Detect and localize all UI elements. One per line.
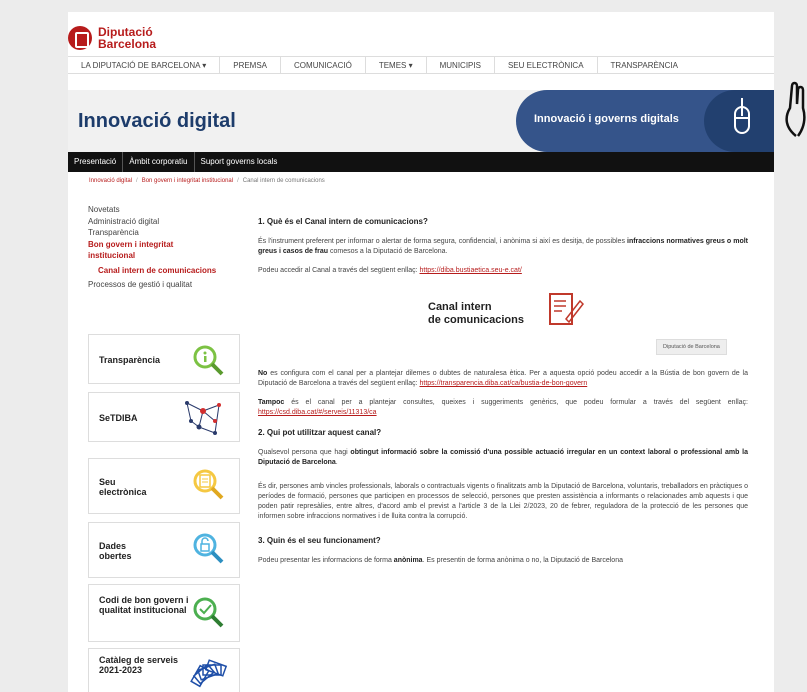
section-banner: Innovació digital Innovació i governs di… [68, 90, 774, 152]
canal-banner[interactable]: Canal intern de comunicacions Diputació … [258, 285, 748, 365]
section-title[interactable]: Innovació digital [78, 110, 236, 133]
subnav-suport-governs-locals[interactable]: Suport governs locals [195, 152, 284, 172]
topnav-municipis[interactable]: MUNICIPIS [427, 57, 495, 73]
question-2-heading: 2. Qui pot utilitzar aquest canal? [258, 428, 382, 437]
card-transparencia[interactable]: Transparència [88, 334, 240, 384]
breadcrumb: Innovació digital / Bon govern i integri… [89, 178, 325, 184]
banner-title-line1: Canal intern [428, 301, 492, 313]
paragraph-3: No es configura com el canal per a plant… [258, 370, 748, 387]
question-1-heading: 1. Què és el Canal intern de comunicacio… [258, 217, 428, 226]
magnifier-document-icon [193, 469, 224, 500]
topnav-comunicacio[interactable]: COMUNICACIÓ [281, 57, 366, 73]
browser-page: Diputació Barcelona LA DIPUTACIÓ DE BARC… [68, 12, 774, 692]
paragraph-4: Tampoc és el canal per a plantejar consu… [258, 399, 748, 416]
brand-name-line2: Barcelona [98, 37, 157, 51]
diputacio-seal-icon [68, 26, 92, 50]
question-3-heading: 3. Quin és el seu funcionament? [258, 536, 381, 545]
bustia-etica-link[interactable]: https://diba.bustiaetica.seu-e.cat/ [420, 267, 522, 274]
subnav-presentacio[interactable]: Presentació [68, 152, 124, 172]
top-navigation: LA DIPUTACIÓ DE BARCELONA ▾ PREMSA COMUN… [68, 56, 774, 74]
section-banner-label: Innovació i governs digitals [534, 113, 679, 125]
card-cataleg-serveis[interactable]: Catàleg de serveis 2021-2023 [88, 648, 240, 692]
site-logo[interactable]: Diputació Barcelona [68, 20, 156, 56]
sidebar-item-bon-govern[interactable]: Bon govern i integritat institucional [88, 239, 208, 262]
card-dades-obertes[interactable]: Dades obertes [88, 522, 240, 578]
consultes-link[interactable]: https://csd.diba.cat/#/serveis/11313/ca [258, 409, 377, 416]
paragraph-6: És dir, persones amb vincles professiona… [258, 483, 748, 520]
bustia-bon-govern-link[interactable]: https://transparencia.diba.cat/ca/bustia… [420, 380, 588, 387]
paragraph-5: Qualsevol persona que hagi obtingut info… [258, 449, 749, 466]
paragraph-2: Podeu accedir al Canal a través del segü… [258, 267, 522, 274]
magnifier-check-icon [193, 597, 224, 628]
sidebar-item-processos[interactable]: Processos de gestió i qualitat [88, 279, 248, 291]
subnav-ambit-corporatiu[interactable]: Àmbit corporatiu [123, 152, 195, 172]
card-seu-electronica[interactable]: Seu electrònica [88, 458, 240, 514]
paragraph-1: És l'instrument preferent per informar o… [258, 238, 748, 255]
fan-books-icon [190, 659, 228, 688]
magnifier-lock-icon [193, 533, 224, 564]
magnifier-info-icon [193, 345, 224, 376]
document-pen-icon [549, 293, 584, 325]
topnav-transparencia[interactable]: TRANSPARÈNCIA [598, 57, 678, 73]
sidebar-menu: Novetats Administració digital Transparè… [88, 204, 248, 291]
sidebar-item-transparencia[interactable]: Transparència [88, 227, 248, 239]
breadcrumb-bon-govern[interactable]: Bon govern i integritat institucional [142, 178, 233, 184]
topnav-diputacio[interactable]: LA DIPUTACIÓ DE BARCELONA ▾ [68, 57, 221, 73]
paragraph-7: Podeu presentar les informacions de form… [258, 557, 623, 564]
topnav-premsa[interactable]: PREMSA [220, 57, 282, 73]
sidebar-item-canal-intern[interactable]: Canal intern de comunicacions [88, 265, 248, 277]
main-content: 1. Què és el Canal intern de comunicacio… [258, 217, 748, 575]
banner-title-line2: de comunicacions [428, 314, 524, 326]
card-codi-bon-govern[interactable]: Codi de bon govern i qualitat institucio… [88, 584, 240, 642]
section-banner-right: Innovació i governs digitals [516, 90, 774, 152]
card-setdiba[interactable]: SeTDIBA [88, 392, 240, 442]
mouse-icon [734, 98, 750, 134]
banner-tag: Diputació de Barcelona [656, 339, 727, 355]
hand-pointer-icon [785, 81, 806, 137]
section-navigation: Presentació Àmbit corporatiu Suport gove… [68, 152, 774, 172]
breadcrumb-current: Canal intern de comunicacions [242, 178, 325, 184]
sidebar-item-novetats[interactable]: Novetats [88, 204, 248, 216]
breadcrumb-innovacio[interactable]: Innovació digital [89, 178, 132, 184]
sidebar-item-administracio-digital[interactable]: Administració digital [88, 216, 248, 228]
network-graph-icon [185, 401, 221, 435]
topnav-temes[interactable]: TEMES ▾ [366, 57, 427, 73]
topnav-seu-electronica[interactable]: SEU ELECTRÒNICA [495, 57, 598, 73]
